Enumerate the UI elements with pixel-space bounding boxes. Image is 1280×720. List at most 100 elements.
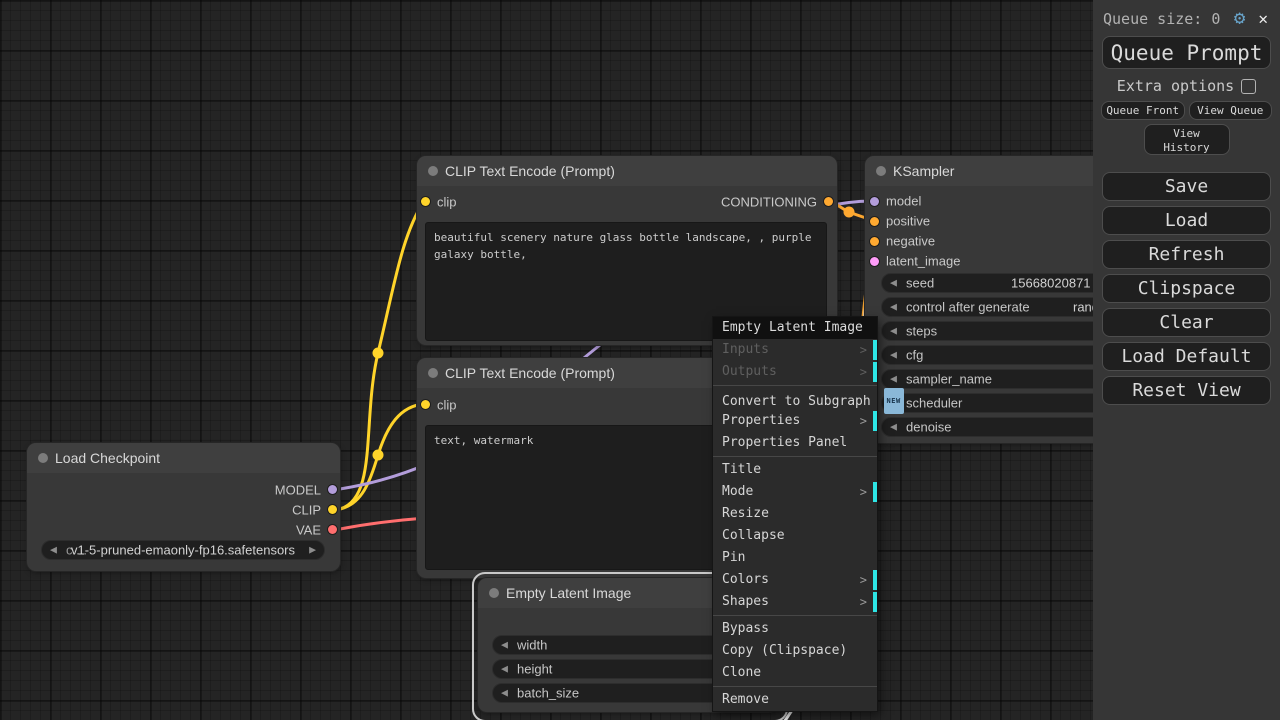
combo-next-icon[interactable]: ▶ <box>309 545 316 556</box>
clear-button[interactable]: Clear <box>1102 308 1271 337</box>
collapse-dot-icon[interactable] <box>428 166 438 176</box>
menu-item-properties-panel[interactable]: Properties Panel <box>713 432 877 454</box>
widget-decrement-icon[interactable]: ◀ <box>890 350 897 361</box>
output-port-clip[interactable] <box>328 505 337 514</box>
submenu-arrow-icon: > <box>859 573 867 587</box>
menu-item-collapse[interactable]: Collapse <box>713 525 877 547</box>
widget-label: scheduler <box>906 395 963 411</box>
menu-item-inputs: Inputs > <box>713 339 877 361</box>
menu-item-mode[interactable]: Mode > <box>713 481 877 503</box>
output-label: CONDITIONING <box>720 194 817 210</box>
queue-front-button[interactable]: Queue Front <box>1101 101 1185 120</box>
collapse-dot-icon[interactable] <box>38 453 48 463</box>
output-label-model: MODEL <box>274 482 321 498</box>
submenu-accent-bar <box>873 362 877 382</box>
link-midpoint-dot[interactable] <box>372 449 384 461</box>
widget-label: steps <box>906 323 938 339</box>
submenu-arrow-icon: > <box>859 365 867 379</box>
input-port-model[interactable] <box>870 197 879 206</box>
load-default-button[interactable]: Load Default <box>1102 342 1271 371</box>
node-title: CLIP Text Encode (Prompt) <box>445 365 615 381</box>
extra-options-label: Extra options <box>1116 77 1235 95</box>
menu-item-outputs: Outputs > <box>713 361 877 383</box>
input-label-latent-image: latent_image <box>886 253 961 269</box>
menu-item-label: Shapes <box>722 594 769 609</box>
link-midpoint-dot[interactable] <box>372 347 384 359</box>
load-button[interactable]: Load <box>1102 206 1271 235</box>
widget-label: cfg <box>906 347 924 363</box>
widget-decrement-icon[interactable]: ◀ <box>501 688 508 699</box>
output-port-model[interactable] <box>328 485 337 494</box>
input-port-negative[interactable] <box>870 237 879 246</box>
new-badge: NEW <box>883 388 904 414</box>
input-label-negative: negative <box>886 233 936 249</box>
menu-item-clone[interactable]: Clone <box>713 662 877 684</box>
submenu-arrow-icon: > <box>859 595 867 609</box>
menu-item-bypass[interactable]: Bypass <box>713 618 877 640</box>
menu-item-pin[interactable]: Pin <box>713 547 877 569</box>
widget-decrement-icon[interactable]: ◀ <box>501 664 508 675</box>
close-icon[interactable]: ✕ <box>1258 9 1268 28</box>
clipspace-button[interactable]: Clipspace <box>1102 274 1271 303</box>
collapse-dot-icon[interactable] <box>489 588 499 598</box>
combo-value: v1-5-pruned-emaonly-fp16.safetensors <box>70 542 296 558</box>
graph-canvas[interactable]: CLIP Text Encode (Prompt) clip CONDITION… <box>0 0 1280 720</box>
widget-decrement-icon[interactable]: ◀ <box>890 302 897 313</box>
extra-options-checkbox[interactable] <box>1241 78 1257 94</box>
ckpt-name-combo[interactable]: ◀ c ... v1-5-pruned-emaonly-fp16.safeten… <box>41 540 325 560</box>
view-history-button[interactable]: View History <box>1143 124 1230 155</box>
submenu-accent-bar <box>873 411 877 431</box>
collapse-dot-icon[interactable] <box>876 166 886 176</box>
extra-options-row: Extra options <box>1093 77 1280 95</box>
view-history-line1: View <box>1173 127 1200 140</box>
combo-prev-icon[interactable]: ◀ <box>50 545 57 556</box>
menu-item-label: Mode <box>722 484 754 499</box>
node-title: Empty Latent Image <box>506 585 632 601</box>
input-port-clip[interactable] <box>421 197 430 206</box>
submenu-accent-bar <box>873 592 877 612</box>
menu-item-remove[interactable]: Remove <box>713 689 877 711</box>
input-port-positive[interactable] <box>870 217 879 226</box>
input-label: clip <box>437 397 457 413</box>
view-queue-button[interactable]: View Queue <box>1188 101 1272 120</box>
submenu-accent-bar <box>873 482 877 502</box>
refresh-button[interactable]: Refresh <box>1102 240 1271 269</box>
menu-item-resize[interactable]: Resize <box>713 503 877 525</box>
widget-label: width <box>517 637 548 653</box>
node-title: KSampler <box>893 163 955 179</box>
menu-item-label: Collapse <box>722 528 785 543</box>
input-label-positive: positive <box>886 213 931 229</box>
menu-item-properties[interactable]: Properties > <box>713 410 877 432</box>
node-load-checkpoint[interactable]: Load Checkpoint MODEL CLIP VAE ◀ c ... v… <box>27 443 340 571</box>
menu-item-convert-to-subgraph[interactable]: Convert to Subgraph NEW <box>713 388 904 414</box>
widget-decrement-icon[interactable]: ◀ <box>501 640 508 651</box>
widget-decrement-icon[interactable]: ◀ <box>890 278 897 289</box>
menu-item-label: Bypass <box>722 621 769 636</box>
menu-item-colors[interactable]: Colors > <box>713 569 877 591</box>
collapse-dot-icon[interactable] <box>428 368 438 378</box>
node-header[interactable]: CLIP Text Encode (Prompt) <box>417 156 837 186</box>
output-port-vae[interactable] <box>328 525 337 534</box>
submenu-arrow-icon: > <box>859 414 867 428</box>
settings-gear-icon[interactable]: ⚙ <box>1234 9 1245 28</box>
reset-view-button[interactable]: Reset View <box>1102 376 1271 405</box>
node-header[interactable]: Load Checkpoint <box>27 443 340 473</box>
menu-item-label: Resize <box>722 506 769 521</box>
submenu-accent-bar <box>873 340 877 360</box>
output-label-vae: VAE <box>295 522 321 538</box>
save-button[interactable]: Save <box>1102 172 1271 201</box>
link-midpoint-dot[interactable] <box>843 206 855 218</box>
input-port-clip[interactable] <box>421 400 430 409</box>
menu-item-label: Colors <box>722 572 769 587</box>
queue-prompt-button[interactable]: Queue Prompt <box>1102 36 1271 69</box>
input-port-latent-image[interactable] <box>870 257 879 266</box>
menu-item-copy-clipspace[interactable]: Copy (Clipspace) <box>713 640 877 662</box>
context-menu-title: Empty Latent Image <box>713 317 877 339</box>
output-port-conditioning[interactable] <box>824 197 833 206</box>
widget-decrement-icon[interactable]: ◀ <box>890 326 897 337</box>
widget-decrement-icon[interactable]: ◀ <box>890 422 897 433</box>
menu-item-shapes[interactable]: Shapes > <box>713 591 877 613</box>
menu-item-title[interactable]: Title <box>713 459 877 481</box>
widget-decrement-icon[interactable]: ◀ <box>890 374 897 385</box>
widget-label: control after generate <box>906 299 1030 315</box>
